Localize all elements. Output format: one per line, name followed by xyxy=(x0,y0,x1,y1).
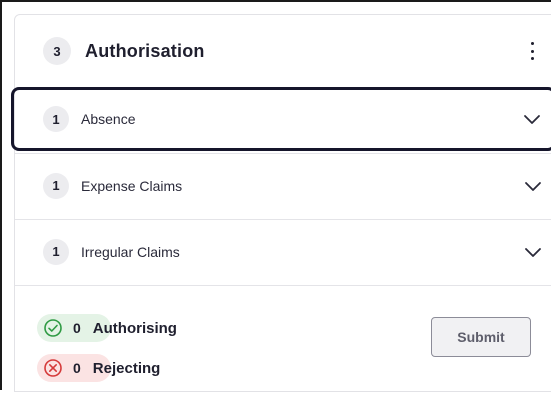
item-label: Expense Claims xyxy=(81,177,183,194)
panel-count-badge: 3 xyxy=(43,37,71,65)
rejecting-label: Rejecting xyxy=(92,359,161,377)
rejecting-count: 0 xyxy=(73,360,81,376)
check-circle-icon xyxy=(44,319,62,337)
panel-footer: 0 Authorising 0 Rejecting Submit xyxy=(15,285,551,393)
item-count-badge: 1 xyxy=(43,172,69,199)
accordion-item-absence[interactable]: 1 Absence xyxy=(11,87,551,151)
accordion-item-expense-claims[interactable]: 1 Expense Claims xyxy=(15,153,551,217)
window-frame: 3 Authorisation 1 Absence 1 Expense Clai… xyxy=(0,0,551,393)
authorisation-panel: 3 Authorisation 1 Absence 1 Expense Clai… xyxy=(11,14,551,393)
x-circle-icon xyxy=(44,359,62,377)
item-count-badge: 1 xyxy=(43,238,69,265)
chevron-down-icon[interactable] xyxy=(523,114,541,126)
panel-header: 3 Authorisation xyxy=(15,15,551,87)
item-label: Irregular Claims xyxy=(81,243,180,260)
submit-button[interactable]: Submit xyxy=(431,317,531,357)
chevron-down-icon[interactable] xyxy=(524,181,542,193)
chevron-down-icon[interactable] xyxy=(524,247,542,259)
authorising-label: Authorising xyxy=(92,319,177,337)
panel-title: Authorisation xyxy=(85,40,205,61)
more-vertical-icon[interactable] xyxy=(524,42,540,60)
accordion-item-irregular-claims[interactable]: 1 Irregular Claims xyxy=(15,219,551,283)
item-count-badge: 1 xyxy=(43,106,69,132)
authorising-count: 0 xyxy=(73,320,81,336)
authorising-summary: 0 Authorising xyxy=(43,318,177,338)
rejecting-summary: 0 Rejecting xyxy=(43,358,160,378)
item-label: Absence xyxy=(81,111,136,127)
